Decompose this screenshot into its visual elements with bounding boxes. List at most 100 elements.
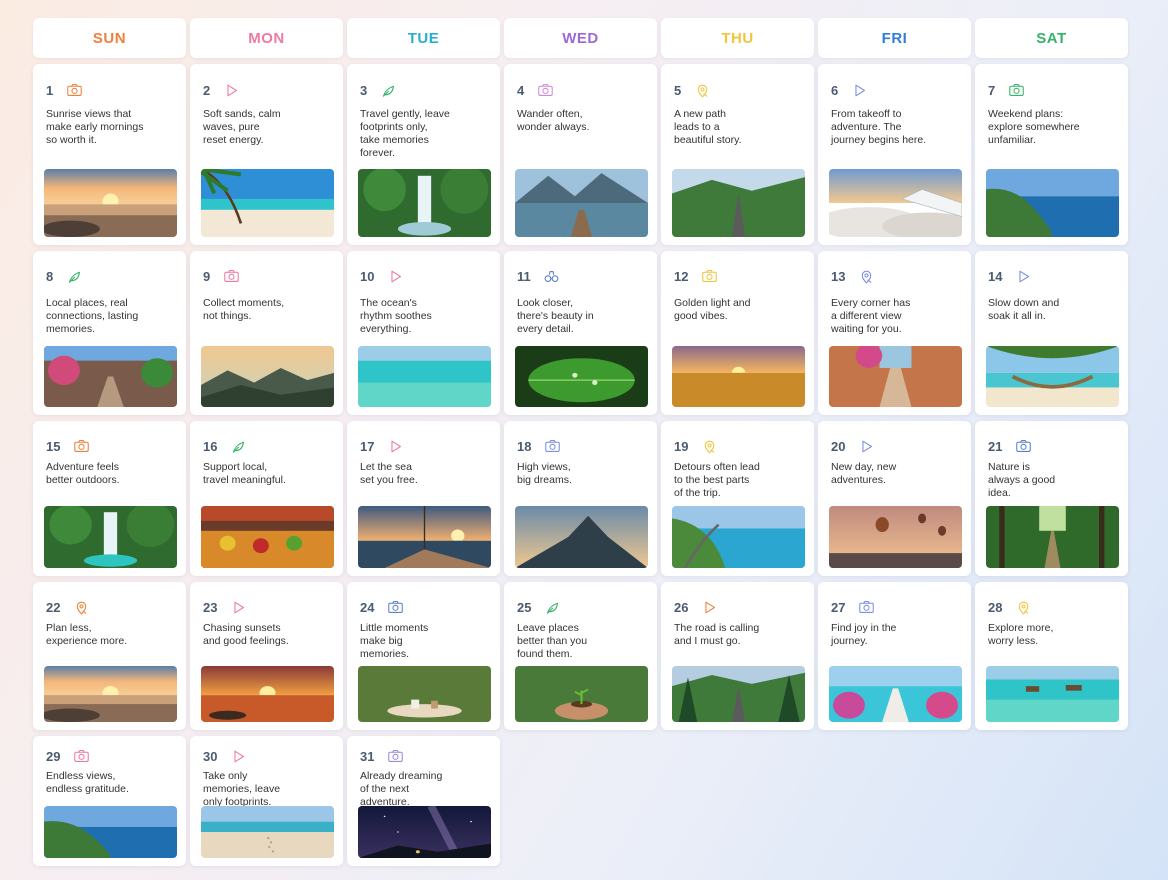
calendar-day-21[interactable]: 21 Nature is always a good idea. xyxy=(975,421,1128,576)
day-quote: Every corner has a different view waitin… xyxy=(831,297,911,335)
day-quote: Slow down and soak it all in. xyxy=(988,297,1060,322)
day-number: 7 xyxy=(988,82,996,98)
day-number: 5 xyxy=(674,82,682,98)
day-number: 19 xyxy=(674,438,689,454)
day-photo[interactable] xyxy=(358,346,491,407)
calendar-day-17[interactable]: 17 Let the sea set you free. xyxy=(347,421,500,576)
day-photo[interactable] xyxy=(201,346,334,407)
camera-icon xyxy=(386,598,404,616)
calendar-day-29[interactable]: 29 Endless views, endless gratitude. xyxy=(33,736,186,866)
day-header-row: 21 xyxy=(988,436,1032,456)
day-header-row: 26 xyxy=(674,597,718,617)
day-photo[interactable] xyxy=(829,666,962,722)
calendar-day-31[interactable]: 31 Already dreaming of the next adventur… xyxy=(347,736,500,866)
calendar-day-4[interactable]: 4 Wander often, wonder always. xyxy=(504,64,657,245)
calendar-day-7[interactable]: 7 Weekend plans: explore somewhere unfam… xyxy=(975,64,1128,245)
calendar-day-11[interactable]: 11 Look closer, there's beauty in every … xyxy=(504,251,657,415)
calendar-day-3[interactable]: 3 Travel gently, leave footprints only, … xyxy=(347,64,500,245)
day-header-row: 14 xyxy=(988,266,1032,286)
calendar-day-24[interactable]: 24 Little moments make big memories. xyxy=(347,582,500,730)
day-photo[interactable] xyxy=(986,169,1119,237)
day-photo[interactable] xyxy=(201,666,334,722)
calendar-day-28[interactable]: 28 Explore more, worry less. xyxy=(975,582,1128,730)
calendar-day-25[interactable]: 25 Leave places better than you found th… xyxy=(504,582,657,730)
day-quote: Already dreaming of the next adventure. xyxy=(360,770,443,808)
day-number: 3 xyxy=(360,82,368,98)
camera-icon xyxy=(72,437,90,455)
day-header-row: 23 xyxy=(203,597,247,617)
calendar-day-18[interactable]: 18 High views, big dreams. xyxy=(504,421,657,576)
day-photo[interactable] xyxy=(44,666,177,722)
day-number: 21 xyxy=(988,438,1003,454)
day-photo[interactable] xyxy=(515,506,648,568)
calendar-day-13[interactable]: 13 Every corner has a different view wai… xyxy=(818,251,971,415)
play-icon xyxy=(386,267,404,285)
day-header-row: 16 xyxy=(203,436,247,456)
day-photo[interactable] xyxy=(986,666,1119,722)
day-number: 30 xyxy=(203,748,218,764)
day-photo[interactable] xyxy=(986,506,1119,568)
day-header-row: 1 xyxy=(46,80,83,100)
day-photo[interactable] xyxy=(358,506,491,568)
day-number: 20 xyxy=(831,438,846,454)
day-photo[interactable] xyxy=(829,346,962,407)
day-photo[interactable] xyxy=(44,346,177,407)
day-photo[interactable] xyxy=(986,346,1119,407)
day-photo[interactable] xyxy=(672,346,805,407)
day-header-fri: FRI xyxy=(818,18,971,58)
calendar-day-16[interactable]: 16 Support local, travel meaningful. xyxy=(190,421,343,576)
day-quote: Nature is always a good idea. xyxy=(988,461,1056,499)
day-header-row: 10 xyxy=(360,266,404,286)
calendar-day-5[interactable]: 5 A new path leads to a beautiful story. xyxy=(661,64,814,245)
day-photo[interactable] xyxy=(829,506,962,568)
calendar-day-20[interactable]: 20 New day, new adventures. xyxy=(818,421,971,576)
calendar-day-9[interactable]: 9 Collect moments, not things. xyxy=(190,251,343,415)
day-photo[interactable] xyxy=(672,169,805,237)
day-header-row: 7 xyxy=(988,80,1025,100)
calendar-day-19[interactable]: 19 Detours often lead to the best parts … xyxy=(661,421,814,576)
day-photo[interactable] xyxy=(358,666,491,722)
day-photo[interactable] xyxy=(515,346,648,407)
day-photo[interactable] xyxy=(515,666,648,722)
day-photo[interactable] xyxy=(358,169,491,237)
day-photo[interactable] xyxy=(201,506,334,568)
day-photo[interactable] xyxy=(201,169,334,237)
calendar-day-30[interactable]: 30 Take only memories, leave only footpr… xyxy=(190,736,343,866)
calendar-day-14[interactable]: 14 Slow down and soak it all in. xyxy=(975,251,1128,415)
day-photo[interactable] xyxy=(201,806,334,858)
calendar-day-2[interactable]: 2 Soft sands, calm waves, pure reset ene… xyxy=(190,64,343,245)
day-quote: High views, big dreams. xyxy=(517,461,572,486)
day-header-row: 31 xyxy=(360,746,404,766)
play-icon xyxy=(229,747,247,765)
map-icon xyxy=(693,81,711,99)
calendar-day-15[interactable]: 15 Adventure feels better outdoors. xyxy=(33,421,186,576)
day-header-row: 15 xyxy=(46,436,90,456)
day-photo[interactable] xyxy=(44,806,177,858)
calendar-day-26[interactable]: 26 The road is calling and I must go. xyxy=(661,582,814,730)
day-photo[interactable] xyxy=(44,169,177,237)
day-number: 17 xyxy=(360,438,375,454)
day-photo[interactable] xyxy=(672,506,805,568)
camera-icon xyxy=(857,598,875,616)
day-photo[interactable] xyxy=(44,506,177,568)
calendar-day-8[interactable]: 8 Local places, real connections, lastin… xyxy=(33,251,186,415)
day-photo[interactable] xyxy=(672,666,805,722)
day-quote: Support local, travel meaningful. xyxy=(203,461,286,486)
day-photo[interactable] xyxy=(515,169,648,237)
calendar-day-22[interactable]: 22 Plan less, experience more. xyxy=(33,582,186,730)
calendar-day-23[interactable]: 23 Chasing sunsets and good feelings. xyxy=(190,582,343,730)
day-quote: A new path leads to a beautiful story. xyxy=(674,108,742,146)
day-header-row: 3 xyxy=(360,80,397,100)
calendar-day-6[interactable]: 6 From takeoff to adventure. The journey… xyxy=(818,64,971,245)
calendar-day-12[interactable]: 12 Golden light and good vibes. xyxy=(661,251,814,415)
day-photo[interactable] xyxy=(358,806,491,858)
day-number: 2 xyxy=(203,82,211,98)
calendar-day-27[interactable]: 27 Find joy in the journey. xyxy=(818,582,971,730)
camera-icon xyxy=(1007,81,1025,99)
day-quote: Soft sands, calm waves, pure reset energ… xyxy=(203,108,281,146)
day-photo[interactable] xyxy=(829,169,962,237)
calendar-day-10[interactable]: 10 The ocean's rhythm soothes everything… xyxy=(347,251,500,415)
calendar-day-1[interactable]: 1 Sunrise views that make early mornings… xyxy=(33,64,186,245)
day-number: 24 xyxy=(360,599,375,615)
day-number: 4 xyxy=(517,82,525,98)
